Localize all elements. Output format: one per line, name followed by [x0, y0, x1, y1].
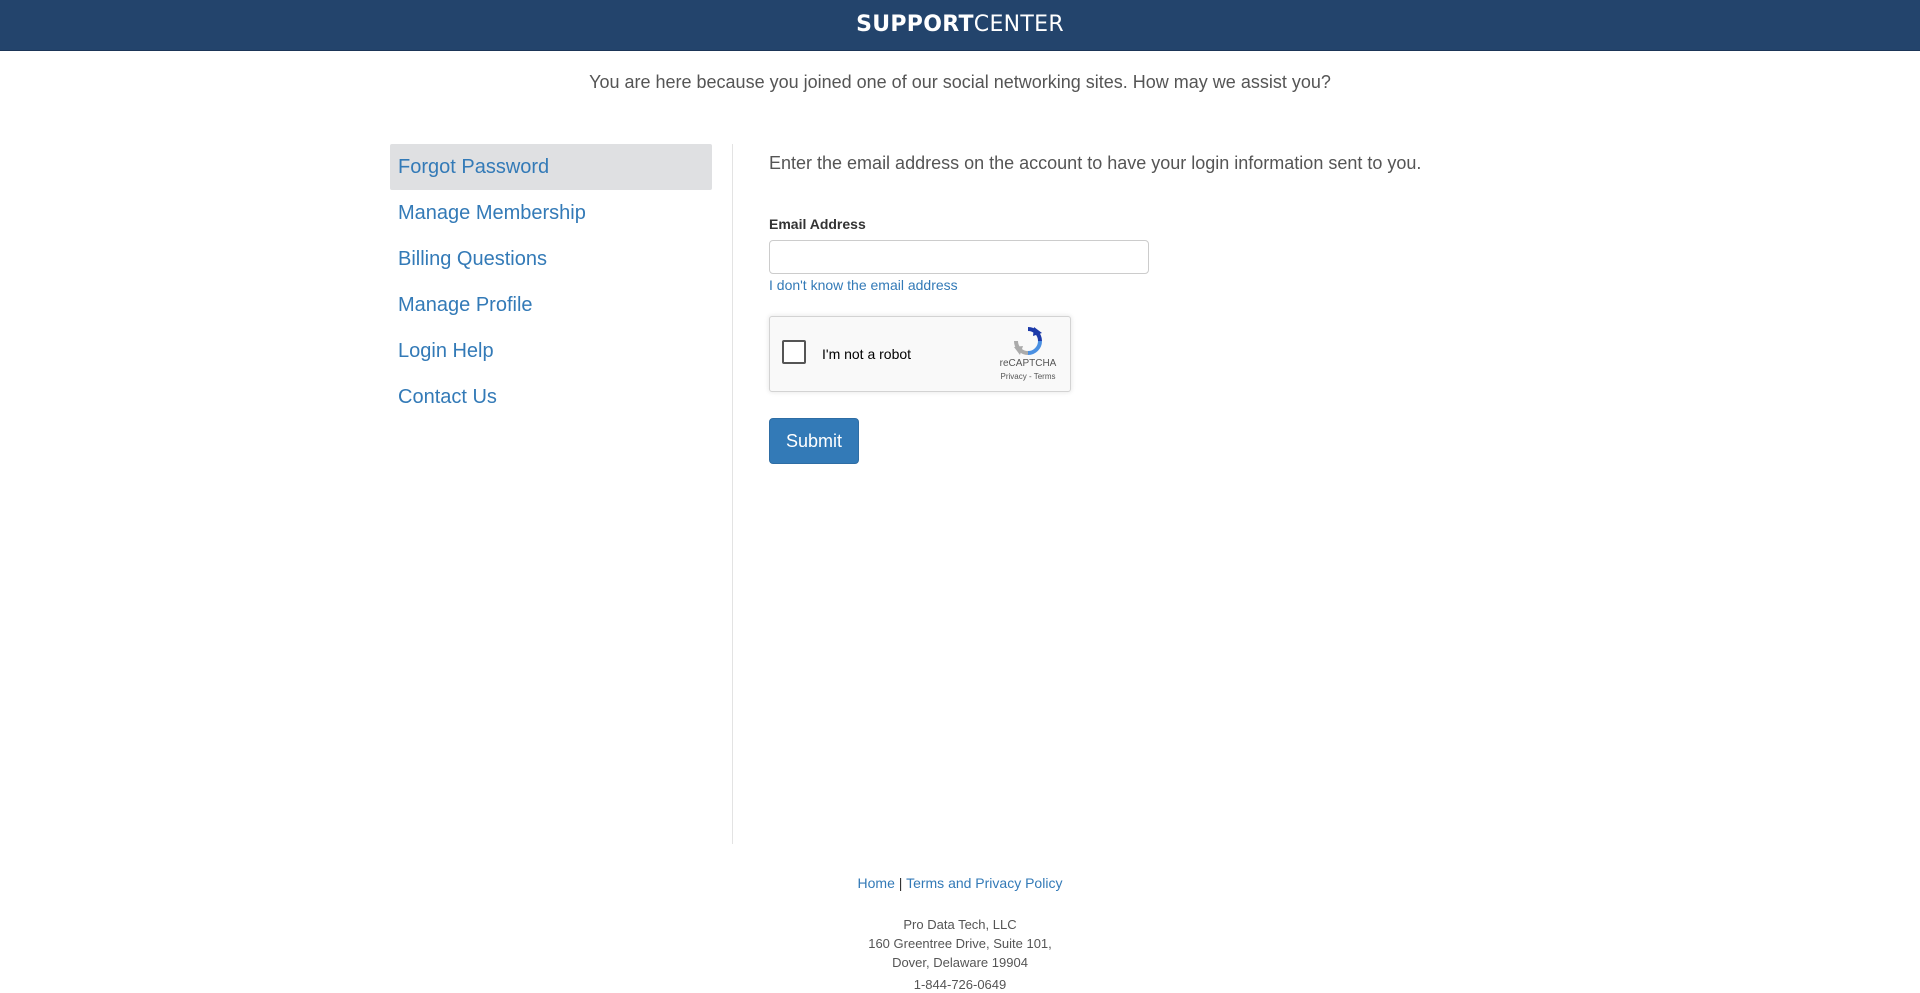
top-header-bar: SUPPORTCENTER	[0, 0, 1920, 51]
recaptcha-terms-link[interactable]: Terms	[1034, 372, 1056, 381]
footer-links: Home | Terms and Privacy Policy	[0, 875, 1920, 891]
forgot-password-panel: Enter the email address on the account t…	[769, 144, 1569, 464]
sidebar-nav: Forgot Password Manage Membership Billin…	[390, 144, 712, 420]
logo-light-text: CENTER	[973, 12, 1064, 37]
recaptcha-checkbox[interactable]	[782, 340, 806, 364]
company-phone: 1-844-726-0649	[913, 977, 1007, 992]
company-name: Pro Data Tech, LLC	[903, 917, 1017, 932]
submit-button[interactable]: Submit	[769, 418, 860, 464]
recaptcha-links-separator: -	[1026, 372, 1034, 381]
recaptcha-links: Privacy - Terms	[998, 372, 1058, 381]
recaptcha-privacy-link[interactable]: Privacy	[1001, 372, 1027, 381]
sidebar-item-billing-questions[interactable]: Billing Questions	[390, 236, 712, 282]
sidebar-item-login-help[interactable]: Login Help	[390, 328, 712, 374]
footer-home-link[interactable]: Home	[858, 875, 895, 891]
recaptcha-label: I'm not a robot	[822, 346, 912, 362]
company-address: Pro Data Tech, LLC 160 Greentree Drive, …	[0, 915, 1920, 972]
sidebar-item-forgot-password[interactable]: Forgot Password	[390, 144, 712, 190]
recaptcha-logo-block: reCAPTCHA Privacy - Terms	[998, 325, 1058, 381]
instructions-text: Enter the email address on the account t…	[769, 153, 1422, 173]
email-address-label: Email Address	[769, 216, 866, 232]
logo-bold-text: SUPPORT	[856, 12, 974, 37]
footer-link-separator: |	[898, 875, 903, 891]
sidebar-item-manage-membership[interactable]: Manage Membership	[390, 190, 712, 236]
dont-know-email-link[interactable]: I don't know the email address	[769, 277, 958, 293]
recaptcha-logo-icon	[1014, 327, 1042, 355]
address-line-1: 160 Greentree Drive, Suite 101,	[868, 936, 1052, 951]
sidebar-item-contact-us[interactable]: Contact Us	[390, 374, 712, 420]
recaptcha-widget: I'm not a robot reCAPTCHA Privacy - Term…	[769, 316, 1071, 392]
recaptcha-brand: reCAPTCHA	[999, 358, 1057, 369]
footer-terms-link[interactable]: Terms and Privacy Policy	[906, 875, 1062, 891]
email-address-input[interactable]	[769, 240, 1149, 274]
support-center-logo[interactable]: SUPPORTCENTER	[856, 14, 1064, 36]
page-footer: Home | Terms and Privacy Policy Pro Data…	[0, 875, 1920, 992]
vertical-divider	[732, 144, 733, 844]
sidebar-item-manage-profile[interactable]: Manage Profile	[390, 282, 712, 328]
address-line-2: Dover, Delaware 19904	[892, 955, 1028, 970]
page-tagline: You are here because you joined one of o…	[589, 72, 1331, 92]
